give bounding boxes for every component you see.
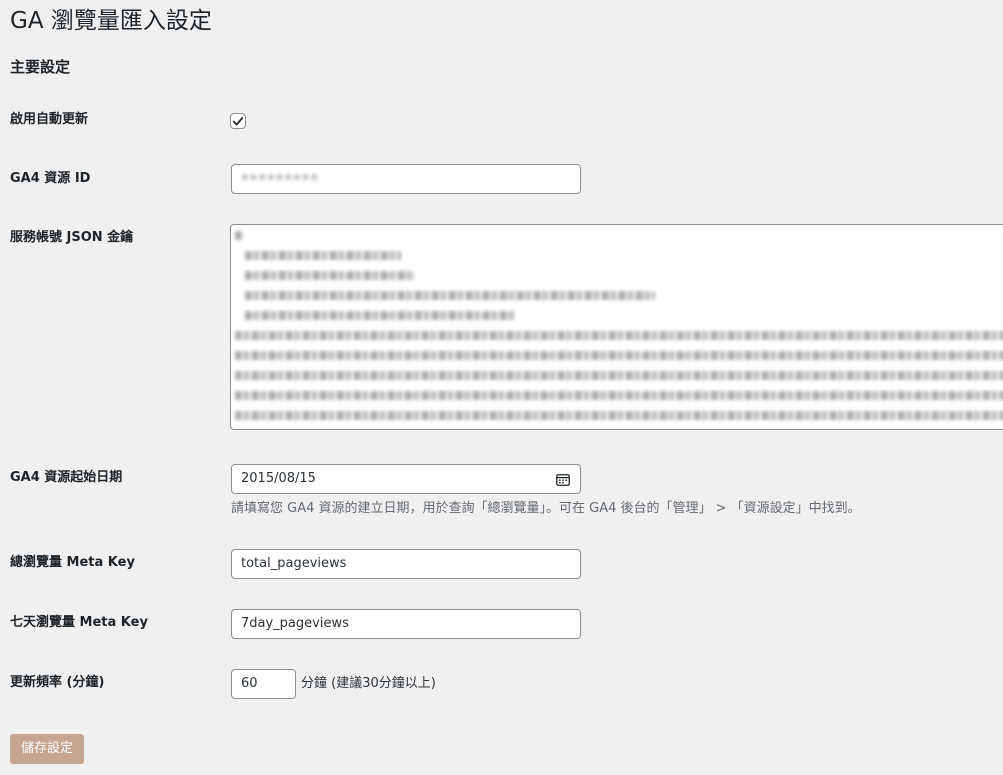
total-meta-key-label: 總瀏覽量 Meta Key <box>10 555 135 570</box>
redacted-line <box>245 251 401 260</box>
calendar-icon[interactable] <box>556 473 570 486</box>
property-id-input[interactable]: ••••••••• <box>231 164 581 194</box>
auto-update-label: 啟用自動更新 <box>10 112 89 127</box>
start-date-description: 請填寫您 GA4 資源的建立日期，用於查詢「總瀏覽量」。可在 GA4 後台的「管… <box>231 501 861 516</box>
frequency-value: 60 <box>241 676 258 691</box>
seven-day-meta-key-value: 7day_pageviews <box>241 616 349 631</box>
service-json-textarea[interactable] <box>230 224 1003 430</box>
save-button[interactable]: 儲存設定 <box>10 734 84 764</box>
check-icon <box>232 117 244 126</box>
start-date-label: GA4 資源起始日期 <box>10 470 123 485</box>
total-meta-key-input[interactable]: total_pageviews <box>231 549 581 579</box>
start-date-value: 2015/08/15 <box>241 471 316 486</box>
seven-day-meta-key-input[interactable]: 7day_pageviews <box>231 609 581 639</box>
redacted-line <box>235 371 1003 380</box>
redacted-line <box>235 391 1003 400</box>
auto-update-checkbox[interactable] <box>230 113 246 129</box>
start-date-input[interactable]: 2015/08/15 <box>231 464 581 494</box>
redacted-line <box>245 311 515 320</box>
property-id-value: ••••••••• <box>241 171 320 186</box>
redacted-line <box>235 231 243 240</box>
service-json-label: 服務帳號 JSON 金鑰 <box>10 230 134 245</box>
frequency-label: 更新頻率 (分鐘) <box>10 675 105 690</box>
redacted-line <box>235 331 1003 340</box>
seven-day-meta-key-label: 七天瀏覽量 Meta Key <box>10 615 148 630</box>
redacted-line <box>245 291 655 300</box>
frequency-unit: 分鐘 (建議30分鐘以上) <box>301 676 436 691</box>
settings-page: GA 瀏覽量匯入設定 主要設定 啟用自動更新 GA4 資源 ID •••••••… <box>0 0 1003 775</box>
total-meta-key-value: total_pageviews <box>241 556 347 571</box>
property-id-label: GA4 資源 ID <box>10 171 91 186</box>
frequency-input[interactable]: 60 <box>231 669 296 699</box>
page-title: GA 瀏覽量匯入設定 <box>10 8 212 34</box>
redacted-line <box>235 411 1003 420</box>
section-title: 主要設定 <box>10 58 71 76</box>
redacted-line <box>245 271 415 280</box>
redacted-line <box>235 351 1003 360</box>
